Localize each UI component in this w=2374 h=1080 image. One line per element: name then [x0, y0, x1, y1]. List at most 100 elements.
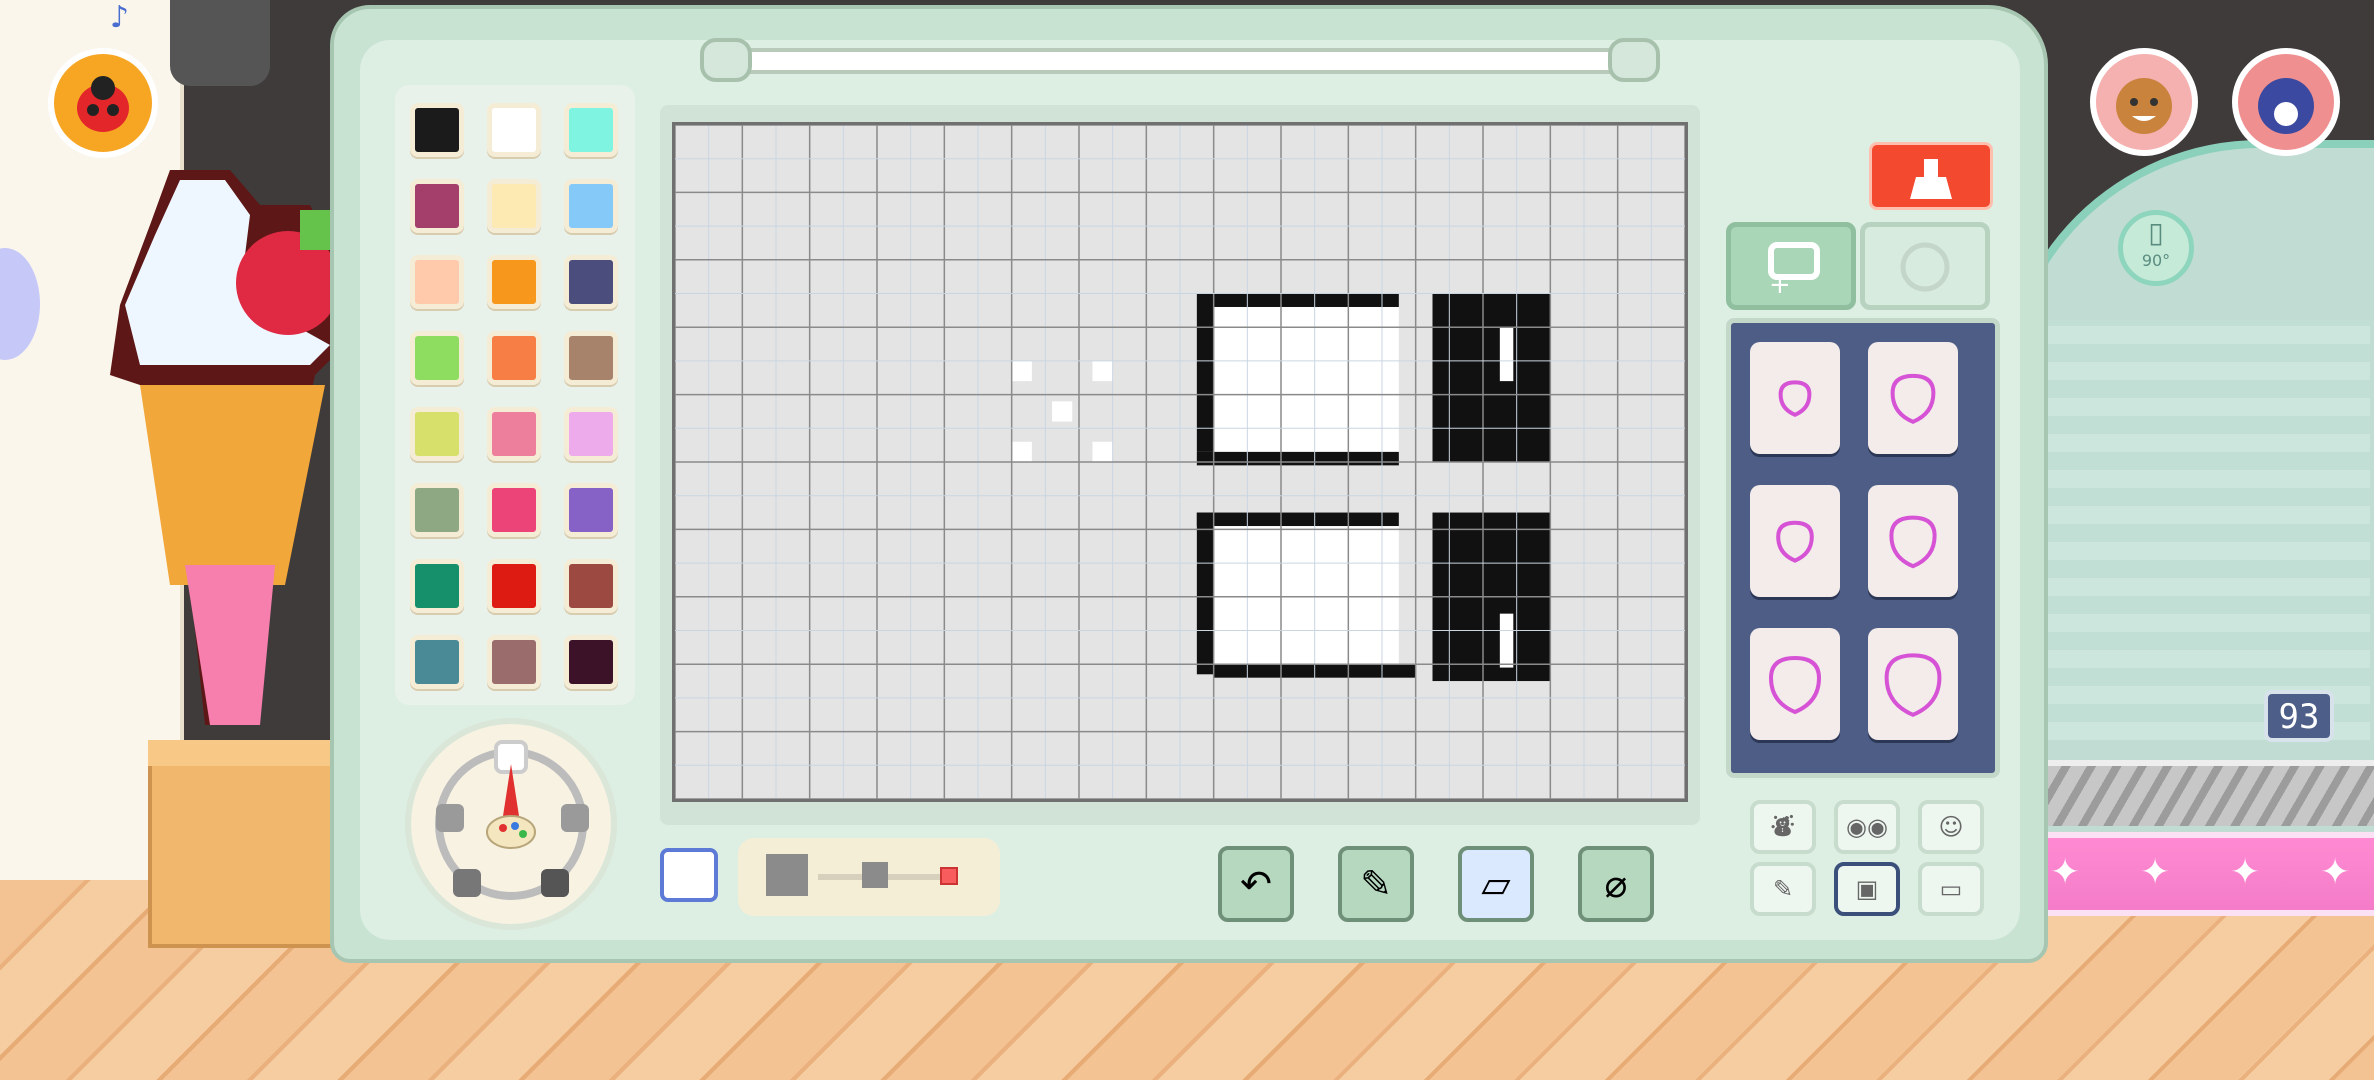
pixel-canvas[interactable]	[672, 122, 1688, 802]
sticker-strawberry-3d-small[interactable]	[1750, 485, 1840, 597]
brush-size-max	[940, 867, 958, 885]
star-icon: ✦	[2230, 852, 2261, 893]
color-swatch[interactable]	[410, 483, 464, 537]
eyes-button[interactable]: ◉◉	[1834, 800, 1900, 854]
color-swatch[interactable]	[487, 331, 541, 385]
drawn-pixel	[1432, 293, 1551, 462]
brush-size-track[interactable]	[818, 874, 958, 880]
color-swatch[interactable]	[410, 255, 464, 309]
add-frame-tab[interactable]: +	[1726, 222, 1856, 310]
face-icon: ☺	[1938, 813, 1964, 841]
pedestal	[148, 740, 346, 948]
layers-button[interactable]: ▣	[1834, 862, 1900, 916]
dome-pattern	[2030, 320, 2370, 740]
eyedropper-button[interactable]: ⌀	[1578, 846, 1654, 922]
pixel-grid[interactable]	[675, 125, 1685, 799]
drawn-pixel	[1092, 441, 1113, 462]
color-swatch[interactable]	[410, 103, 464, 157]
pink-conveyor: ✦ ✦ ✦ ✦	[2020, 832, 2374, 916]
undo-button[interactable]: ↶	[1218, 846, 1294, 922]
sticker-strawberry-3d-medium[interactable]	[1868, 485, 1958, 597]
brush-size-control[interactable]	[738, 838, 1000, 916]
svg-text:+: +	[1769, 270, 1791, 300]
color-swatch[interactable]	[487, 255, 541, 309]
undo-icon: ↶	[1240, 862, 1272, 906]
top-slider[interactable]	[700, 38, 1660, 82]
slider-track[interactable]	[740, 48, 1628, 74]
color-swatch[interactable]	[487, 483, 541, 537]
spray-icon: ✎	[1360, 862, 1392, 906]
broom-icon	[1910, 159, 1952, 199]
color-swatch[interactable]	[410, 407, 464, 461]
drawn-pixel	[1196, 512, 1214, 675]
drawn-pixel	[1196, 512, 1399, 527]
sticker-strawberry-small[interactable]	[1750, 342, 1840, 454]
color-swatch[interactable]	[564, 179, 618, 233]
drawn-pixel	[1499, 613, 1514, 668]
color-swatch[interactable]	[564, 635, 618, 689]
brush-size-handle[interactable]	[862, 862, 888, 888]
player-avatar-2[interactable]	[2232, 48, 2340, 156]
drawn-pixel	[1196, 451, 1399, 466]
rotate-icon: ▯	[2148, 216, 2164, 249]
eraser-icon: ▱	[1481, 862, 1511, 906]
strawberry-icon	[1890, 373, 1936, 424]
face-icon	[2116, 78, 2172, 134]
strawberry-icon	[1884, 653, 1942, 717]
color-swatch[interactable]	[487, 179, 541, 233]
color-swatch[interactable]	[564, 559, 618, 613]
clear-button[interactable]	[1869, 142, 1993, 210]
sticker-strawberry-large[interactable]	[1750, 628, 1840, 740]
color-swatch[interactable]	[564, 255, 618, 309]
color-swatch[interactable]	[410, 635, 464, 689]
strawberry-icon	[1768, 655, 1822, 715]
counter-badge: 93	[2264, 690, 2334, 742]
drawn-pixel	[1092, 360, 1113, 382]
ladybug-button[interactable]	[48, 48, 158, 158]
player-avatar-1[interactable]	[2090, 48, 2198, 156]
drawn-pixel	[1052, 401, 1073, 422]
face-button[interactable]: ☺	[1918, 800, 1984, 854]
dress-button[interactable]: ⛇	[1750, 800, 1816, 854]
music-icon[interactable]: ♪	[110, 0, 129, 35]
conveyor-belt	[2020, 760, 2374, 826]
color-swatch[interactable]	[487, 635, 541, 689]
slider-left-cap	[700, 38, 752, 82]
sticker-strawberry-medium[interactable]	[1868, 342, 1958, 454]
strawberry-icon	[1889, 515, 1937, 569]
drawn-pixel	[1011, 360, 1032, 382]
eraser-button[interactable]: ▱	[1458, 846, 1534, 922]
eraser-swatch[interactable]	[660, 848, 718, 902]
color-swatch[interactable]	[564, 103, 618, 157]
color-swatch[interactable]	[564, 407, 618, 461]
add-frame-icon: +	[1768, 242, 1820, 300]
spray-button[interactable]: ✎	[1338, 846, 1414, 922]
folder-icon: ▭	[1939, 875, 1963, 903]
color-swatch[interactable]	[564, 483, 618, 537]
color-swatch[interactable]	[487, 407, 541, 461]
eyes-icon: ◉◉	[1846, 813, 1888, 841]
folder-button[interactable]: ▭	[1918, 862, 1984, 916]
eyedropper-icon: ⌀	[1604, 862, 1628, 906]
layers-icon: ▣	[1855, 875, 1879, 903]
color-wheel-dial[interactable]	[405, 718, 617, 930]
color-swatch[interactable]	[410, 331, 464, 385]
color-swatch[interactable]	[564, 331, 618, 385]
drawn-pixel	[1196, 512, 1399, 675]
slider-right-cap	[1608, 38, 1660, 82]
color-swatch[interactable]	[410, 559, 464, 613]
palette-icon	[435, 740, 589, 900]
color-swatch[interactable]	[410, 179, 464, 233]
pencil-button[interactable]: ✎	[1750, 862, 1816, 916]
color-swatch[interactable]	[487, 559, 541, 613]
speaker-icon	[170, 0, 270, 86]
rotate-tab[interactable]	[1860, 222, 1990, 310]
dress-icon: ⛇	[1771, 813, 1795, 841]
rotate-icon	[1900, 242, 1950, 292]
rotate-button[interactable]: ▯ 90°	[2118, 210, 2194, 286]
brush-size-preview	[766, 854, 808, 896]
strawberry-icon	[1778, 380, 1812, 417]
sticker-strawberry-3d-large[interactable]	[1868, 628, 1958, 740]
color-swatch[interactable]	[487, 103, 541, 157]
pencil-icon: ✎	[1772, 875, 1794, 903]
